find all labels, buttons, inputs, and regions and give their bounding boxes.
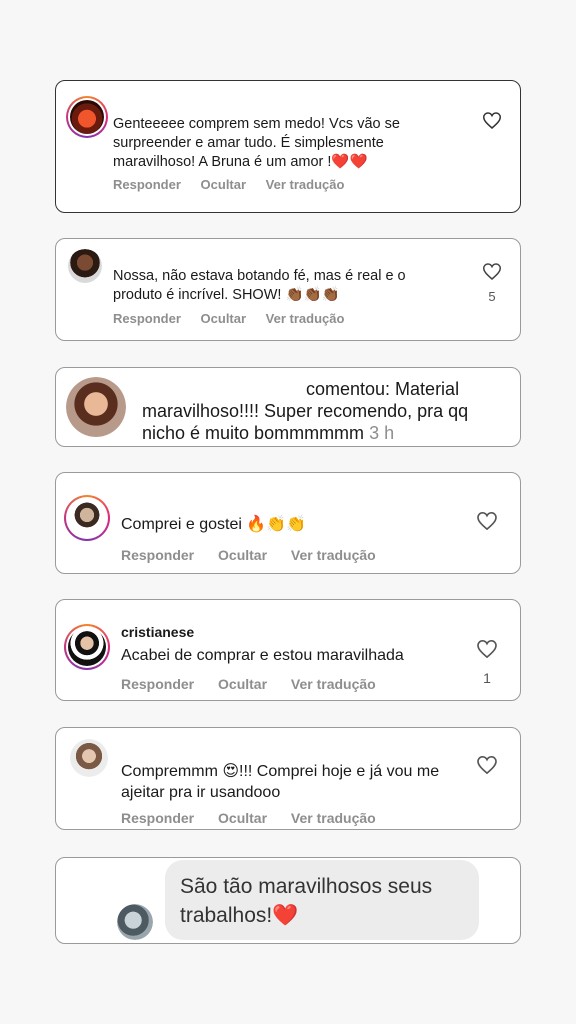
comment-actions: Responder Ocultar Ver tradução: [121, 547, 392, 563]
avatar[interactable]: [70, 739, 108, 777]
like-count: 1: [483, 670, 491, 686]
avatar[interactable]: [68, 249, 102, 283]
message-bubble: São tão maravilhosos seus trabalhos!❤️: [165, 860, 479, 940]
hide-button[interactable]: Ocultar: [218, 547, 267, 563]
heart-icon[interactable]: [483, 263, 501, 280]
comment-line-3: nicho é muito bommmmmm 3 h: [142, 422, 512, 444]
comment-line-2: maravilhoso!!!! Super recomendo, pra qq: [142, 401, 469, 421]
comment-text: Genteeeee comprem sem medo! Vcs vão se s…: [113, 116, 400, 170]
avatar[interactable]: [66, 377, 126, 437]
comment-actions: Responder Ocultar Ver tradução: [121, 810, 392, 826]
comment-line-1: comentou: Material: [306, 379, 460, 399]
translate-button[interactable]: Ver tradução: [266, 177, 345, 192]
hide-button[interactable]: Ocultar: [201, 177, 247, 192]
username[interactable]: cristianese: [121, 623, 194, 642]
translate-button[interactable]: Ver tradução: [291, 547, 376, 563]
comment-text: comentou: Material maravilhoso!!!! Super…: [142, 378, 512, 444]
timestamp: 3 h: [369, 423, 395, 443]
reply-button[interactable]: Responder: [113, 177, 181, 192]
avatar[interactable]: [64, 495, 110, 541]
translate-button[interactable]: Ver tradução: [266, 311, 345, 326]
avatar[interactable]: [117, 904, 153, 940]
reply-button[interactable]: Responder: [121, 810, 194, 826]
comment-actions: Responder Ocultar Ver tradução: [113, 177, 360, 192]
comment-card-5: cristianese Acabei de comprar e estou ma…: [55, 599, 521, 701]
heart-icon[interactable]: [477, 512, 497, 530]
hide-button[interactable]: Ocultar: [218, 810, 267, 826]
heart-icon[interactable]: [477, 640, 497, 658]
comment-text: Nossa, não estava botando fé, mas é real…: [113, 268, 406, 303]
translate-button[interactable]: Ver tradução: [291, 676, 376, 692]
comment-card-2: Nossa, não estava botando fé, mas é real…: [55, 238, 521, 341]
comment-card-6: Comprem­mm 😍!!! Comprei hoje e já vou me…: [55, 727, 521, 830]
avatar[interactable]: [66, 96, 108, 138]
reply-button[interactable]: Responder: [113, 311, 181, 326]
hide-button[interactable]: Ocultar: [201, 311, 247, 326]
comment-card-3: comentou: Material maravilhoso!!!! Super…: [55, 367, 521, 447]
heart-icon[interactable]: [477, 756, 497, 774]
comment-text: Acabei de comprar e estou maravilhada: [121, 647, 404, 664]
comment-text: Comprei e gostei 🔥👏👏: [121, 516, 307, 533]
comment-actions: Responder Ocultar Ver tradução: [121, 676, 392, 692]
comment-text: Comprem­mm 😍!!! Comprei hoje e já vou me…: [121, 763, 440, 801]
comment-card-1: Genteeeee comprem sem medo! Vcs vão se s…: [55, 80, 521, 213]
translate-button[interactable]: Ver tradução: [291, 810, 376, 826]
avatar[interactable]: [64, 624, 110, 670]
comment-line-3-text: nicho é muito bommmmmm: [142, 423, 365, 443]
comment-card-7: São tão maravilhosos seus trabalhos!❤️: [55, 857, 521, 944]
reply-button[interactable]: Responder: [121, 547, 194, 563]
hide-button[interactable]: Ocultar: [218, 676, 267, 692]
heart-icon[interactable]: [483, 112, 501, 129]
comment-actions: Responder Ocultar Ver tradução: [113, 311, 360, 326]
reply-button[interactable]: Responder: [121, 676, 194, 692]
like-count: 5: [488, 289, 496, 304]
comment-card-4: Comprei e gostei 🔥👏👏 Responder Ocultar V…: [55, 472, 521, 574]
comment-text: São tão maravilhosos seus trabalhos!❤️: [180, 875, 433, 927]
